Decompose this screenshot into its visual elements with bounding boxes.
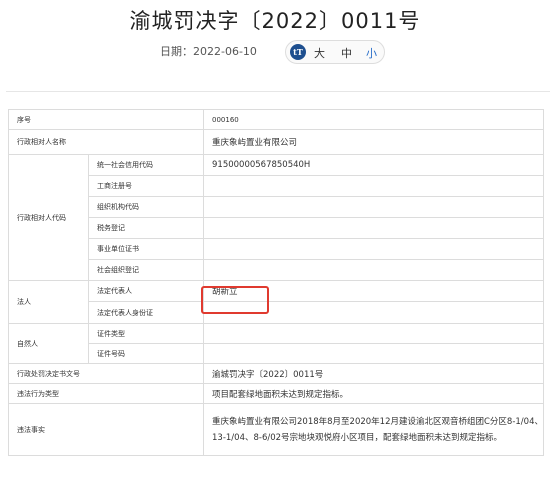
cert-type-value (203, 323, 544, 344)
table-row: 行政相对人代码 统一社会信用代码 91500000567850540H (8, 154, 544, 281)
cert-no-value (203, 343, 544, 364)
code-type-label: 税务登记 (88, 217, 204, 239)
code-type-label: 统一社会信用代码 (88, 154, 204, 176)
legal-person-label: 法人 (8, 280, 89, 324)
code-type-label: 社会组织登记 (88, 259, 204, 281)
code-value: 91500000567850540H (203, 154, 544, 176)
code-type-label: 事业单位证书 (88, 238, 204, 260)
party-name-value: 重庆象屿置业有限公司 (203, 129, 544, 155)
table-row: 违法行为类型 项目配套绿地面积未达到规定指标。 (8, 383, 544, 404)
meta-bar: 日期：2022-06-10 tT 大 中 小 (0, 38, 550, 64)
code-value (203, 259, 544, 281)
table-row: 行政相对人名称 重庆象屿置业有限公司 (8, 129, 544, 155)
page-title: 渝城罚决字〔2022〕0011号 (129, 9, 421, 33)
cert-no-label: 证件号码 (88, 343, 204, 364)
code-value (203, 196, 544, 218)
table-row: 法人 法定代表人 胡新立 (8, 280, 544, 324)
table-row: 证件号码 (9, 343, 544, 364)
penalty-info-table: 序号 000160 行政相对人名称 重庆象屿置业有限公司 行政相对人代码 统一社… (8, 109, 544, 456)
table-row: 序号 000160 (8, 109, 544, 130)
violation-type-label: 违法行为类型 (8, 383, 204, 404)
natural-person-label: 自然人 (8, 323, 89, 364)
code-type-label: 工商注册号 (88, 175, 204, 197)
table-row: 组织机构代码 (9, 196, 544, 218)
code-value (203, 175, 544, 197)
table-row: 社会组织登记 (9, 259, 544, 281)
table-row: 事业单位证书 (9, 238, 544, 260)
table-row: 行政处罚决定书文号 渝城罚决字〔2022〕0011号 (8, 363, 544, 384)
serial-value: 000160 (203, 109, 544, 130)
decision-doc-label: 行政处罚决定书文号 (8, 363, 204, 384)
legal-rep-label: 法定代表人 (88, 280, 204, 302)
cert-type-label: 证件类型 (88, 323, 204, 344)
violation-fact-value: 重庆象屿置业有限公司2018年8月至2020年12月建设渝北区观音桥组团C分区8… (203, 403, 544, 456)
font-size-large-button[interactable]: 大 (314, 45, 325, 61)
violation-type-value: 项目配套绿地面积未达到规定指标。 (203, 383, 544, 404)
party-code-label: 行政相对人代码 (8, 154, 89, 281)
decision-doc-value: 渝城罚决字〔2022〕0011号 (203, 363, 544, 384)
code-value (203, 217, 544, 239)
table-row: 工商注册号 (9, 175, 544, 197)
table-row: 违法事实 重庆象屿置业有限公司2018年8月至2020年12月建设渝北区观音桥组… (8, 403, 544, 456)
party-name-label: 行政相对人名称 (8, 129, 204, 155)
violation-fact-label: 违法事实 (8, 403, 204, 456)
table-row: 税务登记 (9, 217, 544, 239)
code-value (203, 238, 544, 260)
publish-date: 日期：2022-06-10 (160, 45, 257, 58)
highlight-box (201, 286, 269, 314)
font-size-small-button[interactable]: 小 (366, 45, 377, 61)
legal-id-label: 法定代表人身份证 (88, 301, 204, 324)
table-row: 自然人 证件类型 (8, 323, 544, 364)
font-size-switcher: tT 大 中 小 (285, 40, 385, 64)
code-type-label: 组织机构代码 (88, 196, 204, 218)
font-size-medium-button[interactable]: 中 (341, 45, 352, 61)
table-row: 法定代表人身份证 (9, 301, 544, 324)
serial-label: 序号 (8, 109, 204, 130)
font-size-icon: tT (290, 44, 306, 60)
